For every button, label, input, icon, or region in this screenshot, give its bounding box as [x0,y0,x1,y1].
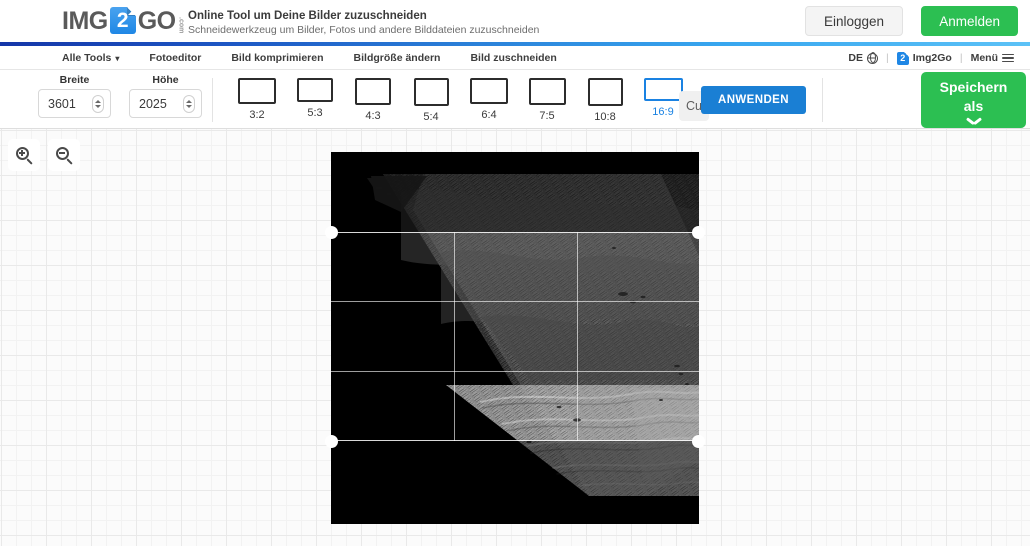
width-label: Breite [59,74,90,86]
toolbar-divider-right [822,78,823,122]
ratio-option-7-5[interactable]: 7:5 [518,78,576,123]
nav-item-bild-zuschneiden[interactable]: Bild zuschneiden [470,52,556,64]
ratio-label: 16:9 [652,106,674,118]
toolbar-divider-left [212,78,213,122]
zoom-out-button[interactable] [48,139,80,171]
ratio-frame-icon [238,78,276,104]
nav-item-bildgroesse-aendern[interactable]: Bildgröße ändern [354,52,441,64]
ratio-option-5-4[interactable]: 5:4 [402,78,460,123]
menu-button[interactable]: Menü [971,52,1014,64]
zoom-in-icon [15,146,33,165]
height-stepper[interactable] [183,94,195,113]
nav-item-bild-komprimieren[interactable]: Bild komprimieren [231,52,323,64]
save-as-button[interactable]: Speichern als [921,72,1026,128]
hamburger-icon [1002,53,1014,63]
crop-toolbar: Breite 3601 Höhe 2025 3:2 5:3 4:3 5:4 6:… [0,70,1030,129]
save-label-line2: als [963,97,984,114]
logo-text-img: IMG [62,7,108,35]
ratio-frame-icon [643,78,683,101]
ratio-label: 6:4 [481,109,497,121]
ratio-label: 7:5 [539,110,555,122]
ratio-label: 3:2 [249,109,265,121]
nav-label: Alle Tools [62,52,112,64]
ratio-option-4-3[interactable]: 4:3 [344,78,402,123]
nav-links: Alle Tools ▾ Fotoeditor Bild komprimiere… [62,46,587,70]
ratio-frame-icon [297,78,333,102]
ratio-frame-icon [413,78,449,106]
nav-item-alle-tools[interactable]: Alle Tools ▾ [62,52,119,64]
page-subtitle: Schneidewerkzeug um Bilder, Fotos und an… [188,24,540,36]
logo-fold-corner [126,7,136,16]
login-button[interactable]: Einloggen [804,6,903,36]
img2go-logo[interactable]: IMG 2 GO .com [62,6,185,34]
save-label-line1: Speichern [939,78,1008,95]
ratio-frame-icon [470,78,508,104]
source-image [331,152,699,524]
terrain-graphic [331,152,699,524]
menu-label: Menü [970,52,998,64]
crop-handle-top-left[interactable] [325,226,338,239]
logo-badge-digit: 2 [116,9,129,32]
height-input[interactable]: 2025 [129,89,202,118]
width-field-group: Breite 3601 [38,74,111,118]
width-value: 3601 [48,96,76,111]
logo-text-com: .com [177,16,185,33]
dimension-fields: Breite 3601 Höhe 2025 [38,74,202,118]
nav-separator-1: | [886,52,889,64]
zoom-in-button[interactable] [8,139,40,171]
nav-separator-2: | [959,52,963,64]
logo-text-go: GO [137,7,176,35]
language-label: DE [848,52,864,64]
ratio-label: 5:4 [423,111,439,123]
ratio-option-3-2[interactable]: 3:2 [228,78,286,123]
ratio-option-10-8[interactable]: 10:8 [576,78,634,123]
page-title: Online Tool um Deine Bilder zuzuschneide… [188,10,427,22]
chevron-down-icon: ▾ [115,53,120,63]
ratio-option-5-3[interactable]: 5:3 [286,78,344,123]
crop-image-stage[interactable] [325,152,705,524]
apply-button[interactable]: ANWENDEN [701,86,806,114]
nav-utilities: DE | 2 Img2Go | Menü [848,46,1014,70]
site-header: IMG 2 GO .com Online Tool um Deine Bilde… [0,0,1030,42]
width-input[interactable]: 3601 [38,89,111,118]
language-selector[interactable]: DE [848,52,879,64]
logo-badge-2: 2 [109,7,136,34]
width-stepper[interactable] [92,94,104,113]
ratio-frame-icon [528,78,566,105]
globe-icon [867,52,879,64]
height-field-group: Höhe 2025 [129,74,202,118]
zoom-out-icon [55,146,73,165]
brand-link[interactable]: 2 Img2Go [896,51,952,65]
header-titles: Online Tool um Deine Bilder zuzuschneide… [188,9,539,37]
aspect-ratio-list: 3:2 5:3 4:3 5:4 6:4 7:5 10:8 16:9 [228,78,692,123]
ratio-label: 5:3 [307,107,323,119]
zoom-controls [8,139,80,171]
signup-button[interactable]: Anmelden [921,6,1018,36]
height-label: Höhe [152,74,179,86]
height-value: 2025 [139,96,167,111]
brand-label: Img2Go [912,52,952,64]
img2go-badge-icon: 2 [896,51,909,65]
crop-handle-bottom-left[interactable] [325,435,338,448]
page-root: IMG 2 GO .com Online Tool um Deine Bilde… [0,0,1030,546]
chevron-down-icon [967,117,981,125]
crop-handle-top-right[interactable] [692,226,705,239]
ratio-frame-icon [587,78,623,106]
ratio-option-6-4[interactable]: 6:4 [460,78,518,123]
crop-handle-bottom-right[interactable] [692,435,705,448]
ratio-label: 4:3 [365,110,381,122]
main-nav: Alle Tools ▾ Fotoeditor Bild komprimiere… [0,46,1030,70]
ratio-frame-icon [355,78,391,105]
ratio-label: 10:8 [594,111,616,123]
nav-item-fotoeditor[interactable]: Fotoeditor [149,52,201,64]
